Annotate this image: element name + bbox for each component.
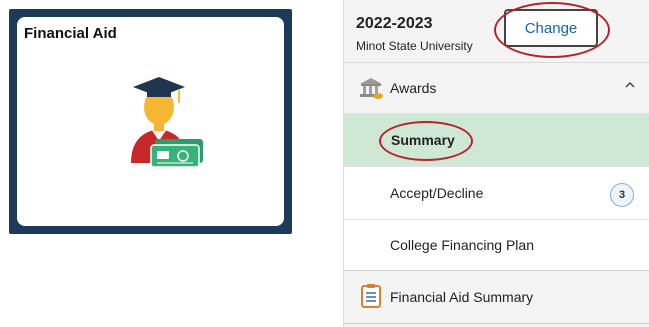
nav-item-accept-decline[interactable]: Accept/Decline 3 [344, 167, 649, 220]
chevron-up-icon[interactable] [624, 79, 636, 91]
bank-icon [360, 78, 383, 99]
nav-item-fa-summary-label: Financial Aid Summary [390, 289, 534, 305]
financial-aid-nav-panel: 2022-2023 Minot State University Change … [343, 0, 649, 327]
nav-item-accept-decline-label: Accept/Decline [390, 185, 484, 201]
tile-title: Financial Aid [24, 25, 117, 42]
change-button[interactable]: Change [504, 9, 598, 47]
financial-aid-tile-frame[interactable]: Financial Aid [9, 9, 292, 234]
nav-item-summary[interactable]: Summary [344, 114, 649, 167]
aid-year: 2022-2023 [356, 15, 433, 32]
nav-item-summary-label: Summary [391, 132, 455, 148]
nav-item-awards-label: Awards [390, 80, 437, 96]
pending-count-badge: 3 [610, 183, 634, 207]
graduate-with-money-icon [131, 77, 203, 167]
nav-item-awards[interactable]: Awards [344, 63, 649, 114]
nav-item-college-financing-plan[interactable]: College Financing Plan [344, 220, 649, 271]
financial-aid-tile[interactable]: Financial Aid [17, 17, 284, 226]
aid-year-header: 2022-2023 Minot State University Change [344, 0, 649, 63]
nav-item-cfp-label: College Financing Plan [390, 237, 534, 253]
institution-name: Minot State University [356, 39, 473, 53]
nav-item-financial-aid-summary[interactable]: Financial Aid Summary [344, 271, 649, 324]
clipboard-icon [361, 284, 381, 308]
